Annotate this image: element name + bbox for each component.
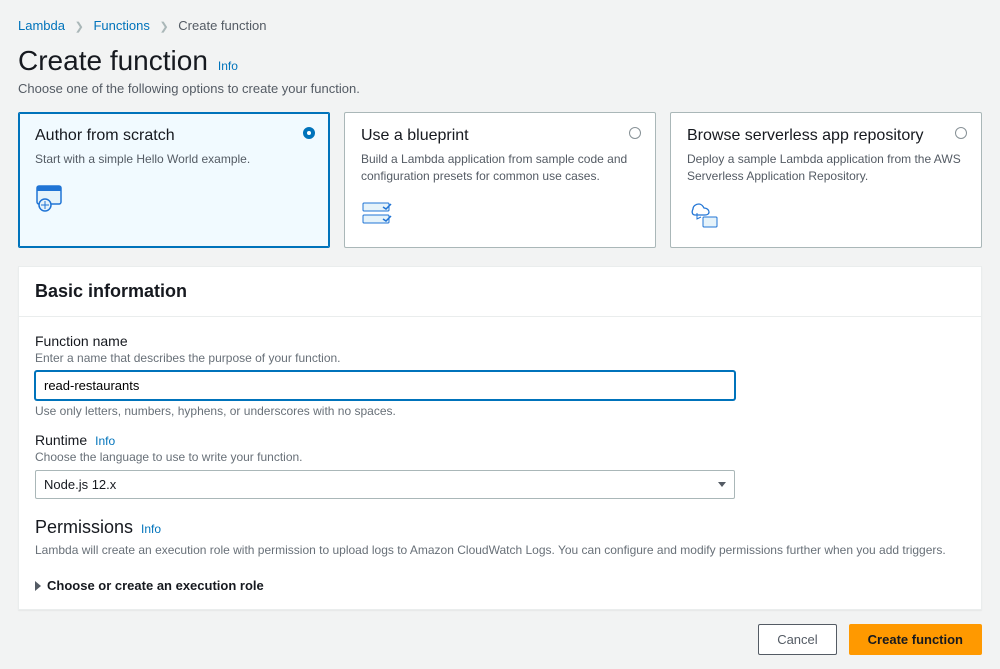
- creation-options: Author from scratch Start with a simple …: [0, 112, 1000, 266]
- option-serverless-repo[interactable]: Browse serverless app repository Deploy …: [670, 112, 982, 248]
- runtime-info-link[interactable]: Info: [95, 434, 115, 448]
- page-title: Create function: [18, 45, 208, 77]
- cloud-deploy-icon: [687, 199, 727, 231]
- breadcrumb-current: Create function: [178, 18, 266, 33]
- runtime-label: Runtime: [35, 432, 87, 448]
- info-link[interactable]: Info: [218, 59, 238, 73]
- option-title: Use a blueprint: [361, 127, 639, 145]
- runtime-value: Node.js 12.x: [44, 477, 116, 492]
- function-name-hint: Use only letters, numbers, hyphens, or u…: [35, 404, 965, 418]
- radio-icon: [629, 127, 641, 139]
- option-use-blueprint[interactable]: Use a blueprint Build a Lambda applicati…: [344, 112, 656, 248]
- panel-title: Basic information: [19, 267, 981, 317]
- page-subtitle: Choose one of the following options to c…: [0, 81, 1000, 112]
- option-title: Browse serverless app repository: [687, 127, 965, 145]
- runtime-select[interactable]: Node.js 12.x: [35, 470, 735, 499]
- option-desc: Deploy a sample Lambda application from …: [687, 151, 965, 185]
- radio-icon: [303, 127, 315, 139]
- chevron-right-icon: ❯: [159, 21, 168, 33]
- permissions-info-link[interactable]: Info: [141, 522, 161, 536]
- basic-info-panel: Basic information Function name Enter a …: [18, 266, 982, 611]
- create-function-button[interactable]: Create function: [849, 624, 982, 655]
- scratch-icon: [35, 182, 75, 214]
- execution-role-expander[interactable]: Choose or create an execution role: [35, 578, 965, 593]
- blueprint-icon: [361, 199, 401, 231]
- breadcrumb-functions[interactable]: Functions: [93, 18, 149, 33]
- option-desc: Build a Lambda application from sample c…: [361, 151, 639, 185]
- option-desc: Start with a simple Hello World example.: [35, 151, 313, 168]
- expander-label: Choose or create an execution role: [47, 578, 264, 593]
- option-title: Author from scratch: [35, 127, 313, 145]
- footer-actions: Cancel Create function: [0, 624, 1000, 669]
- function-name-input[interactable]: [35, 371, 735, 400]
- option-author-from-scratch[interactable]: Author from scratch Start with a simple …: [18, 112, 330, 248]
- runtime-sub: Choose the language to use to write your…: [35, 450, 965, 464]
- permissions-label: Permissions: [35, 517, 133, 538]
- breadcrumb-lambda[interactable]: Lambda: [18, 18, 65, 33]
- permissions-desc: Lambda will create an execution role wit…: [35, 542, 965, 559]
- function-name-label: Function name: [35, 333, 965, 349]
- breadcrumb: Lambda ❯ Functions ❯ Create function: [0, 0, 1000, 39]
- chevron-right-icon: ❯: [75, 21, 84, 33]
- function-name-sub: Enter a name that describes the purpose …: [35, 351, 965, 365]
- chevron-down-icon: [718, 482, 726, 487]
- triangle-right-icon: [35, 581, 41, 591]
- radio-icon: [955, 127, 967, 139]
- cancel-button[interactable]: Cancel: [758, 624, 836, 655]
